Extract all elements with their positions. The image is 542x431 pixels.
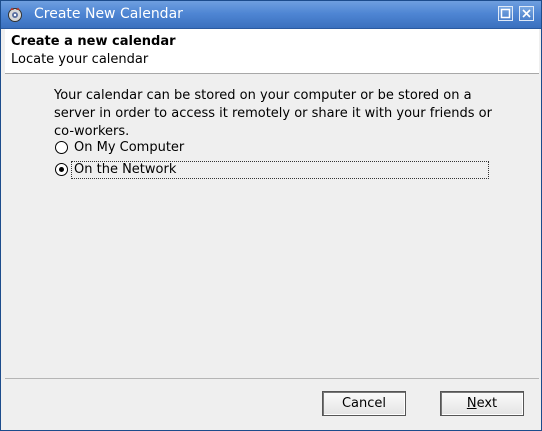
page-subtitle: Locate your calendar	[11, 52, 149, 67]
footer-separator	[5, 378, 539, 379]
radio-on-my-computer[interactable]	[55, 141, 68, 154]
next-mnemonic: N	[466, 396, 477, 411]
option-label[interactable]: On the Network	[74, 161, 176, 179]
create-calendar-dialog: Create New Calendar Create a new calenda…	[0, 0, 542, 431]
calendar-app-icon[interactable]	[7, 6, 23, 22]
page-title: Create a new calendar	[11, 34, 176, 49]
next-label: ext	[476, 396, 498, 411]
maximize-icon	[500, 8, 511, 19]
option-on-my-computer[interactable]: On My Computer	[53, 139, 253, 157]
next-button[interactable]: Next	[440, 391, 524, 416]
wizard-header: Create a new calendar Locate your calend…	[5, 29, 539, 74]
title-bar[interactable]: Create New Calendar	[1, 1, 541, 29]
description-text: Your calendar can be stored on your comp…	[54, 88, 492, 139]
option-label[interactable]: On My Computer	[74, 139, 184, 157]
cancel-button[interactable]: Cancel	[322, 391, 406, 416]
window-title: Create New Calendar	[34, 6, 183, 22]
close-icon	[522, 9, 531, 18]
maximize-button[interactable]	[498, 6, 513, 21]
radio-on-the-network[interactable]	[55, 163, 68, 176]
close-button[interactable]	[519, 6, 534, 21]
option-on-the-network[interactable]: On the Network	[53, 161, 491, 179]
